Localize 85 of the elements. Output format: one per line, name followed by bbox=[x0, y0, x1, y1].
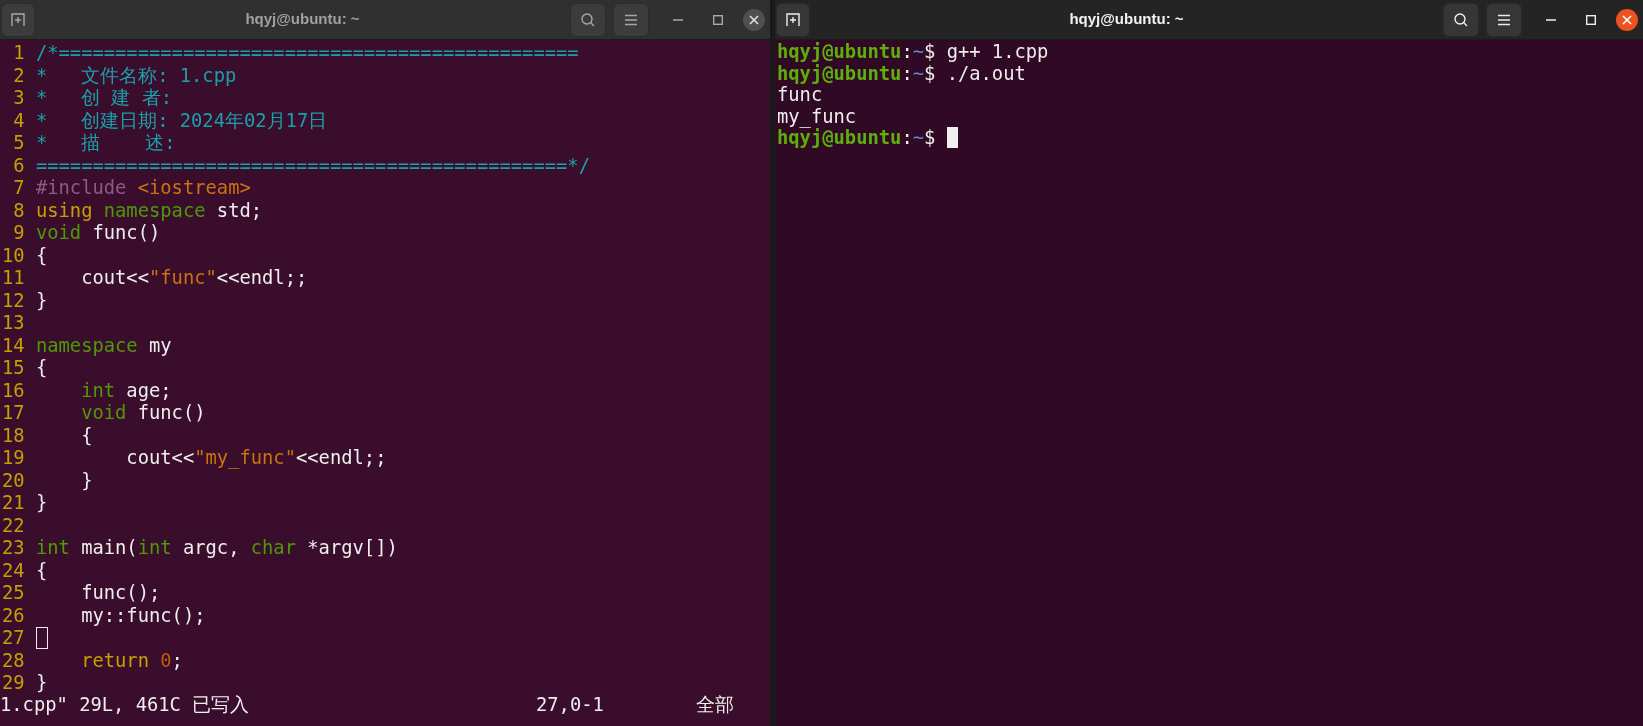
menu-button[interactable] bbox=[613, 2, 649, 37]
terminal-line: my_func bbox=[777, 105, 857, 127]
search-icon bbox=[1453, 11, 1469, 28]
line-number: 29 bbox=[1, 672, 25, 695]
code-line: { bbox=[80, 424, 93, 447]
code-line: cout<<"func"<<endl;; bbox=[80, 267, 308, 290]
line-number: 5 bbox=[12, 132, 25, 155]
line-number: 7 bbox=[12, 177, 25, 200]
line-number: 11 bbox=[1, 267, 25, 290]
line-number: 28 bbox=[1, 649, 25, 672]
line-number: 4 bbox=[12, 109, 25, 132]
line-number: 26 bbox=[1, 604, 25, 627]
line-number: 17 bbox=[1, 402, 25, 425]
code-line: my::func(); bbox=[80, 604, 206, 627]
line-number: 23 bbox=[1, 537, 25, 560]
code-line: * 创建日期: 2024年02月17日 bbox=[35, 109, 328, 132]
code-line: cout<<"my_func"<<endl;; bbox=[125, 447, 387, 470]
line-number: 6 bbox=[12, 154, 25, 177]
line-number: 20 bbox=[1, 469, 25, 492]
code-line: ===============================================*/ bbox=[35, 154, 590, 177]
line-number: 1 bbox=[12, 42, 25, 65]
code-line: } bbox=[35, 672, 48, 695]
line-number: 9 bbox=[12, 222, 25, 245]
close-icon bbox=[749, 14, 759, 25]
code-line: #include <iostream> bbox=[35, 177, 251, 200]
code-line: return 0; bbox=[80, 649, 183, 672]
search-icon bbox=[580, 11, 596, 28]
line-number: 21 bbox=[1, 492, 25, 515]
code-line: namespace my bbox=[35, 334, 172, 357]
code-line: using namespace std; bbox=[35, 199, 263, 222]
code-line: } bbox=[80, 469, 93, 492]
code-line: void func() bbox=[35, 222, 161, 245]
maximize-icon bbox=[1586, 14, 1596, 25]
line-number: 12 bbox=[1, 289, 25, 312]
line-number: 2 bbox=[12, 64, 25, 87]
minimize-icon bbox=[673, 18, 683, 21]
code-line: /*============================================== bbox=[35, 42, 579, 65]
window-title: hqyj@ubuntu: ~ bbox=[245, 9, 360, 30]
menu-icon bbox=[1497, 13, 1511, 26]
code-line: } bbox=[35, 289, 48, 312]
new-tab-icon bbox=[10, 11, 26, 28]
line-number: 3 bbox=[12, 87, 25, 110]
terminal-line: hqyj@ubuntu:~$ bbox=[777, 127, 937, 149]
new-tab-button[interactable] bbox=[776, 2, 810, 37]
search-button[interactable] bbox=[1443, 2, 1479, 37]
line-number: 25 bbox=[1, 582, 25, 605]
code-line: * 文件名称: 1.cpp bbox=[35, 64, 237, 87]
code-line: int main(int argc, char *argv[]) bbox=[35, 537, 398, 560]
menu-icon bbox=[624, 13, 638, 26]
code-line: * 创 建 者: bbox=[35, 87, 173, 110]
line-number: 14 bbox=[1, 334, 25, 357]
line-number: 27 bbox=[1, 627, 25, 650]
scroll-position: 全部 bbox=[696, 694, 734, 717]
terminal-line: hqyj@ubuntu:~$ ./a.out bbox=[777, 62, 1026, 84]
close-icon bbox=[1622, 14, 1632, 25]
window-title: hqyj@ubuntu: ~ bbox=[1069, 9, 1184, 30]
minimize-icon bbox=[1546, 18, 1556, 21]
terminal-line: hqyj@ubuntu:~$ g++ 1.cpp bbox=[777, 41, 1049, 63]
code-line: * 描 述: bbox=[35, 132, 176, 155]
new-tab-icon bbox=[785, 11, 801, 28]
line-number: 13 bbox=[1, 312, 25, 335]
line-number: 16 bbox=[1, 379, 25, 402]
line-number: 8 bbox=[12, 199, 25, 222]
close-button[interactable] bbox=[1616, 8, 1638, 31]
maximize-icon bbox=[713, 14, 723, 25]
line-number: 10 bbox=[1, 244, 25, 267]
line-number: 19 bbox=[1, 447, 25, 470]
code-line: } bbox=[35, 492, 48, 515]
terminal-line: func bbox=[777, 84, 823, 106]
code-line: { bbox=[35, 357, 48, 380]
close-button[interactable] bbox=[743, 8, 765, 31]
code-line: void func() bbox=[80, 402, 206, 425]
code-line: { bbox=[35, 559, 48, 582]
status-message: 1.cpp" 29L, 461C 已写入 bbox=[0, 694, 250, 717]
line-number: 18 bbox=[1, 424, 25, 447]
new-tab-button[interactable] bbox=[1, 2, 35, 37]
code-line: { bbox=[35, 244, 48, 267]
menu-button[interactable] bbox=[1486, 2, 1522, 37]
search-button[interactable] bbox=[570, 2, 606, 37]
line-number: 22 bbox=[1, 514, 25, 537]
line-number: 15 bbox=[1, 357, 25, 380]
code-line: func(); bbox=[80, 582, 161, 605]
cursor-position: 27,0-1 bbox=[536, 694, 605, 717]
line-number: 24 bbox=[1, 559, 25, 582]
code-line: int age; bbox=[80, 379, 172, 402]
